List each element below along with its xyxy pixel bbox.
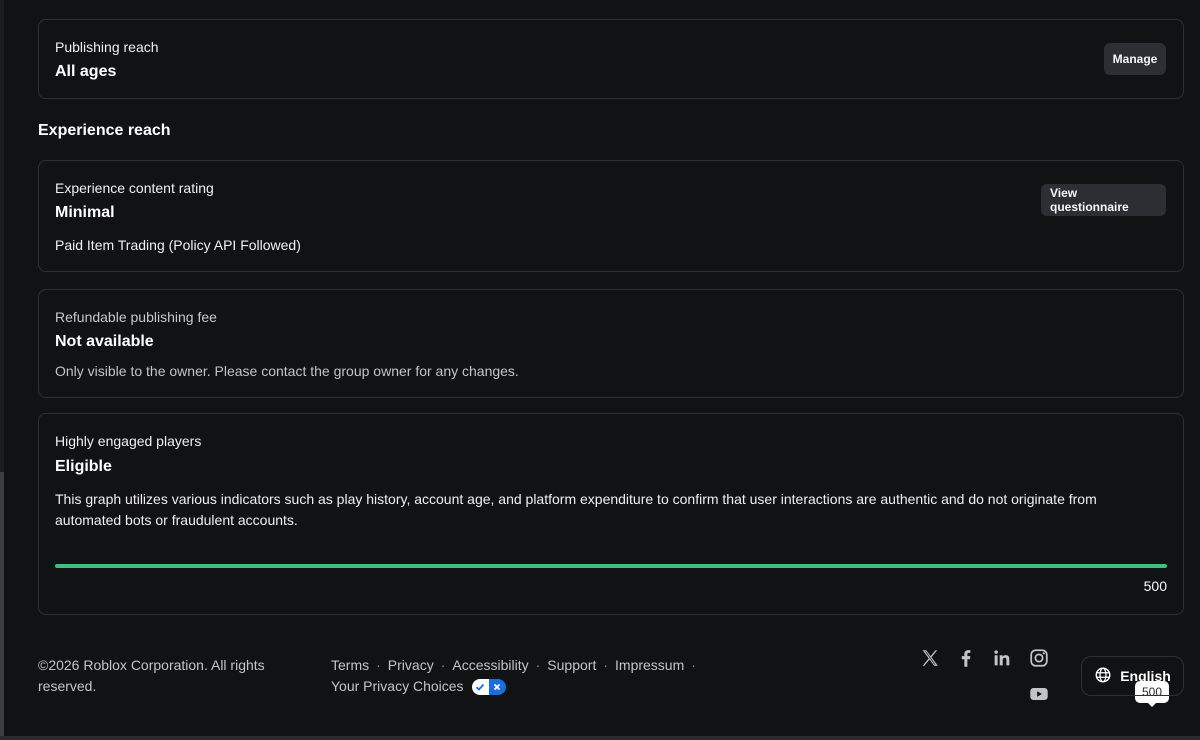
bottom-edge <box>0 736 1200 740</box>
instagram-icon[interactable] <box>1028 647 1050 669</box>
content-rating-value: Minimal <box>55 204 115 221</box>
privacy-choices-toggle[interactable] <box>471 678 506 695</box>
x-icon[interactable] <box>919 647 941 669</box>
footer-link-impressum[interactable]: Impressum <box>615 655 684 676</box>
engaged-players-label: Highly engaged players <box>55 433 202 449</box>
content-rating-card: Experience content rating Minimal Paid I… <box>38 160 1184 272</box>
footer-links-row: Your Privacy Choices <box>331 676 731 697</box>
cross-icon <box>488 678 506 695</box>
publishing-reach-label: Publishing reach <box>55 39 159 55</box>
footer-link-separator: · <box>440 657 446 673</box>
footer-link-separator: · <box>535 657 541 673</box>
manage-button[interactable]: Manage <box>1104 43 1166 75</box>
youtube-icon[interactable] <box>1028 683 1050 705</box>
engaged-players-card: Highly engaged players Eligible This gra… <box>38 413 1184 707</box>
footer-copyright: ©2026 Roblox Corporation. All rights res… <box>38 657 265 694</box>
experience-reach-heading: Experience reach <box>38 122 171 139</box>
publishing-reach-card: Publishing reach All ages Manage <box>38 19 1184 99</box>
page: Publishing reach All ages Manage Experie… <box>0 0 1200 740</box>
publishing-reach-value: All ages <box>55 63 117 80</box>
content-rating-label: Experience content rating <box>55 180 214 196</box>
slider-value-label: 500 <box>1143 578 1167 594</box>
footer-links: Terms · Privacy · Accessibility · Support · Impr… <box>331 655 731 697</box>
language-selector-button[interactable]: English <box>1081 656 1184 696</box>
engaged-players-value: Eligible <box>55 458 112 475</box>
publishing-fee-value: Not available <box>55 333 154 350</box>
view-questionnaire-button[interactable]: View questionnaire <box>1041 184 1166 216</box>
linkedin-icon[interactable] <box>991 647 1013 669</box>
footer-links-row: Terms · Privacy · Accessibility · Support · Impr… <box>331 655 731 676</box>
footer-link-separator: · <box>691 657 696 673</box>
footer-link-accessibility[interactable]: Accessibility <box>452 655 528 676</box>
publishing-fee-label: Refundable publishing fee <box>55 309 217 325</box>
language-label: English <box>1120 668 1171 684</box>
publishing-fee-detail: Only visible to the owner. Please contac… <box>55 363 519 379</box>
footer-link-separator: · <box>376 657 381 673</box>
check-icon <box>471 678 489 695</box>
footer-link-separator: · <box>603 657 609 673</box>
publishing-fee-card: Refundable publishing fee Not available … <box>38 289 1184 398</box>
content-rating-detail: Paid Item Trading (Policy API Followed) <box>55 237 301 253</box>
privacy-choices-link[interactable]: Your Privacy Choices <box>331 676 464 697</box>
footer-link-privacy[interactable]: Privacy <box>388 655 434 676</box>
footer-link-support[interactable]: Support <box>547 655 596 676</box>
globe-icon <box>1094 666 1112 687</box>
engaged-players-description: This graph utilizes various indicators s… <box>55 491 1097 528</box>
footer-link-terms[interactable]: Terms <box>331 655 369 676</box>
engagement-slider-track[interactable]: 500 <box>55 564 1169 707</box>
scrollbar-thumb[interactable] <box>0 472 4 740</box>
facebook-icon[interactable] <box>955 647 977 669</box>
